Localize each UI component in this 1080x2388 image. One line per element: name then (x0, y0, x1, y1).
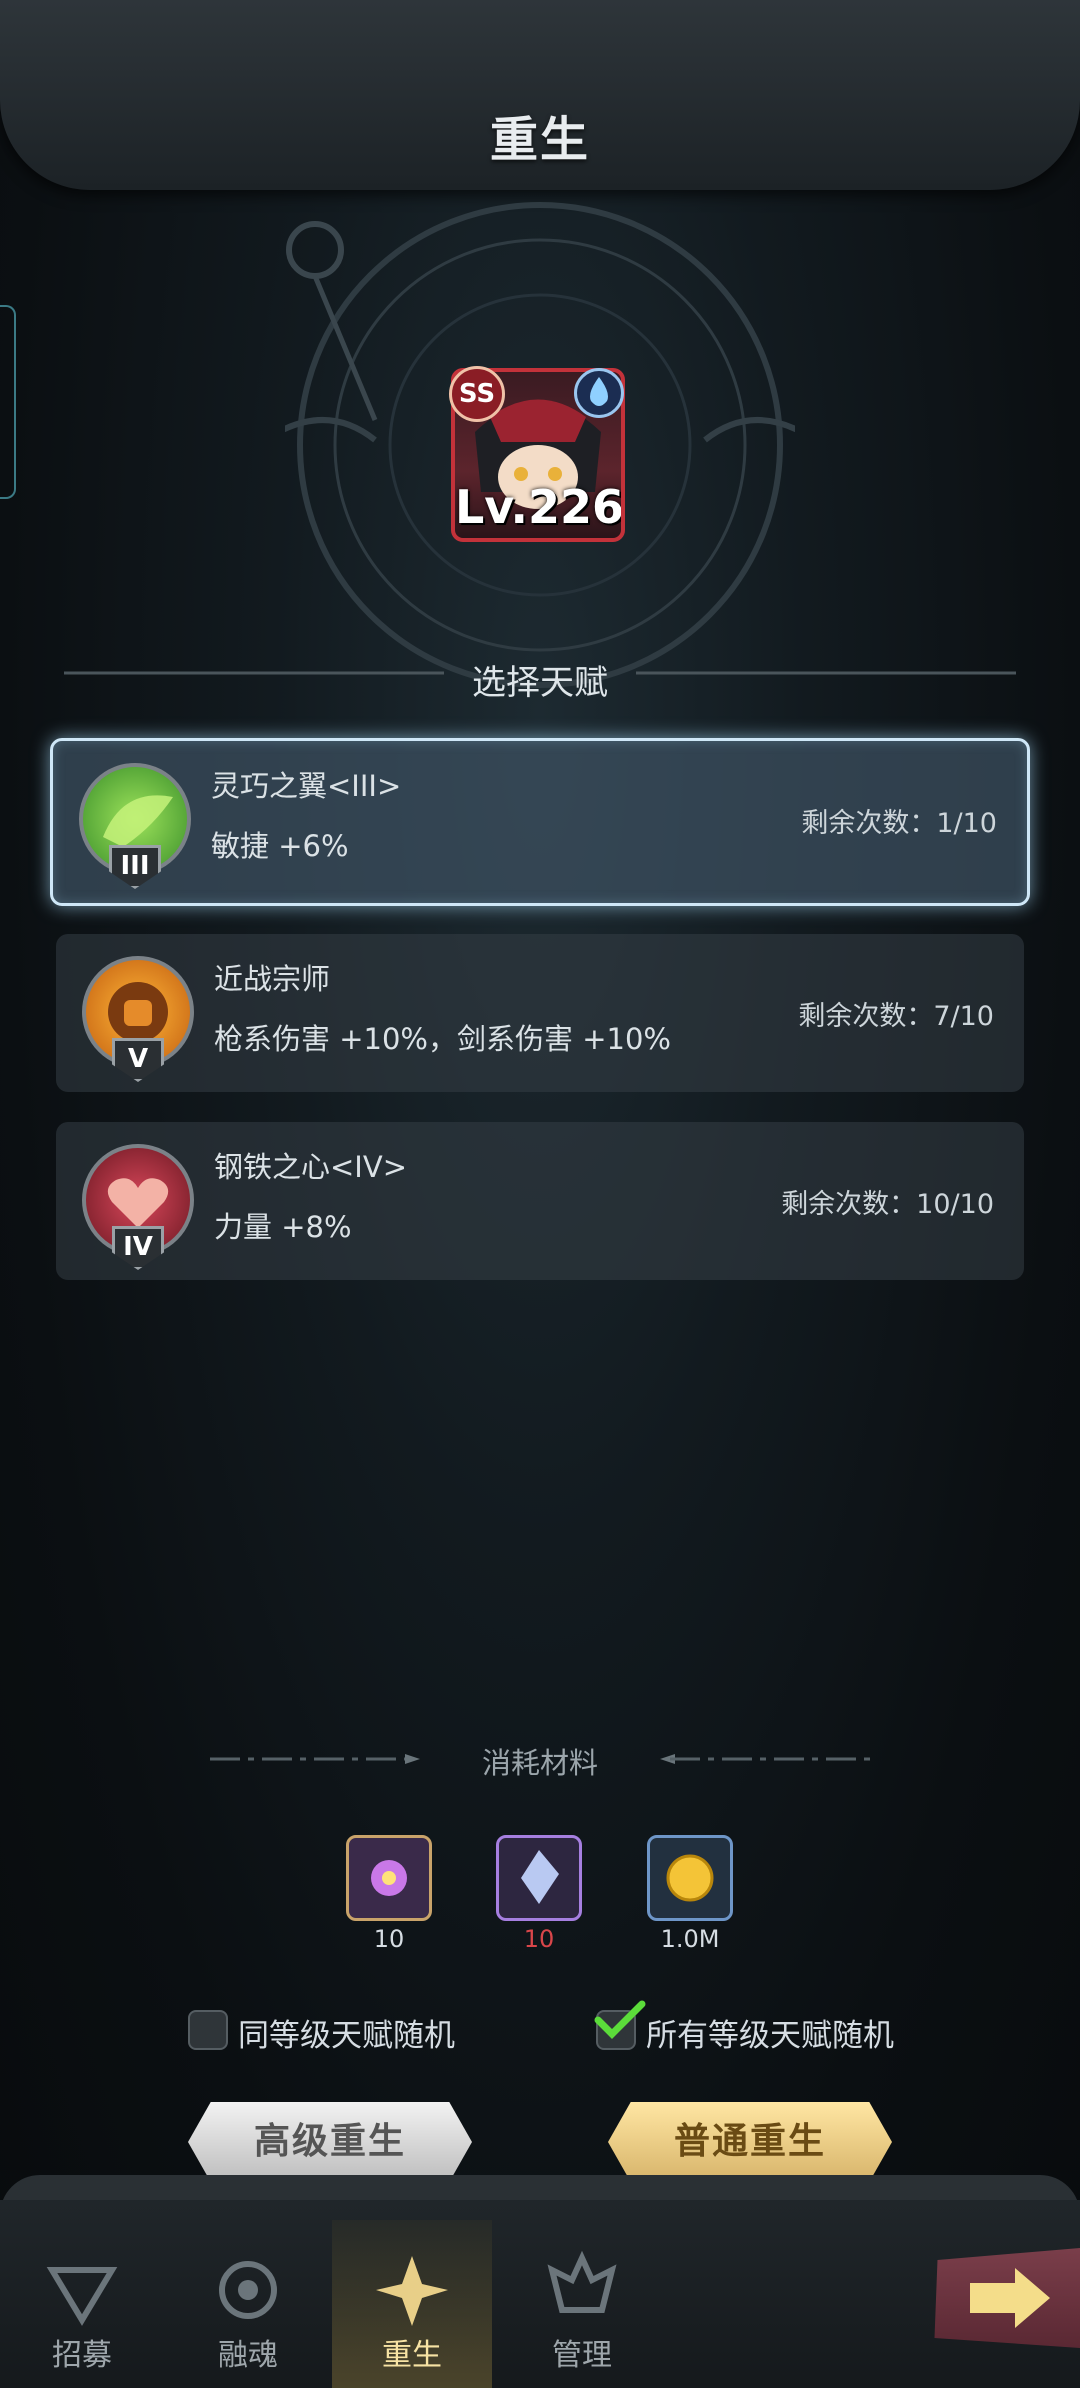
select-talent-label: 选择天赋 (472, 663, 608, 703)
talent-effect: 枪系伤害 +10%，剑系伤害 +10% (214, 1022, 671, 1056)
purple-flower-icon[interactable] (346, 1835, 432, 1921)
nav-label: 重生 (382, 2338, 442, 2373)
side-tab[interactable] (0, 305, 16, 499)
nav-rebirth[interactable]: 重生 (332, 2220, 492, 2388)
talent-grade-badge: III (109, 845, 161, 889)
arrow-right-icon (970, 2268, 1050, 2328)
talent-effect: 敏捷 +6% (211, 829, 349, 863)
rank-badge: SS (449, 366, 505, 422)
rebirth-icon (376, 2256, 448, 2326)
talent-effect: 力量 +8% (214, 1210, 352, 1244)
next-arrow-button[interactable] (934, 2248, 1080, 2348)
same-level-random-label: 同等级天赋随机 (238, 2018, 455, 2054)
talent-remaining: 剩余次数：7/10 (798, 1001, 994, 1032)
nav-label: 管理 (552, 2338, 612, 2373)
nav-label: 招募 (52, 2338, 112, 2373)
talent-name: 近战宗师 (214, 962, 331, 996)
crystal-icon[interactable] (496, 1835, 582, 1921)
soul-fusion-icon (219, 2261, 277, 2319)
recruit-icon (46, 2267, 118, 2326)
talent-name: 钢铁之心<IV> (214, 1150, 407, 1184)
checkmark-icon (594, 2000, 646, 2039)
talent-card-3[interactable]: IV 钢铁之心<IV> 力量 +8% 剩余次数：10/10 (56, 1122, 1024, 1280)
materials-label: 消耗材料 (481, 1746, 598, 1780)
material-value: 1.0M (660, 1925, 720, 1953)
all-level-random-checkbox[interactable] (594, 2000, 646, 2050)
material-value: 10 (523, 1925, 555, 1953)
talent-card-1[interactable]: III 灵巧之翼<III> 敏捷 +6% 剩余次数：1/10 (50, 738, 1030, 906)
all-level-random-label: 所有等级天赋随机 (646, 2018, 894, 2054)
talent-remaining: 剩余次数：1/10 (801, 808, 997, 839)
same-level-random-checkbox[interactable] (188, 2010, 228, 2050)
nav-recruit[interactable]: 招募 (2, 2220, 162, 2388)
talent-grade-badge: V (112, 1038, 164, 1082)
nav-manage[interactable]: 管理 (502, 2220, 662, 2388)
material-value: 10 (373, 1925, 405, 1953)
page-title: 重生 (489, 112, 590, 168)
advanced-rebirth-button[interactable]: 高级重生 (188, 2102, 472, 2182)
talent-grade-badge: IV (112, 1226, 164, 1270)
nav-soul-fusion[interactable]: 融魂 (168, 2220, 328, 2388)
water-drop-icon (574, 368, 624, 418)
hero-level: Lv.226 (455, 480, 625, 534)
normal-rebirth-button[interactable]: 普通重生 (608, 2102, 892, 2182)
talent-name: 灵巧之翼<III> (211, 769, 402, 803)
manage-icon (547, 2250, 617, 2313)
nav-label: 融魂 (218, 2338, 278, 2373)
talent-card-2[interactable]: V 近战宗师 枪系伤害 +10%，剑系伤害 +10% 剩余次数：7/10 (56, 934, 1024, 1092)
gold-coin-icon[interactable] (647, 1835, 733, 1921)
talent-remaining: 剩余次数：10/10 (781, 1189, 994, 1220)
